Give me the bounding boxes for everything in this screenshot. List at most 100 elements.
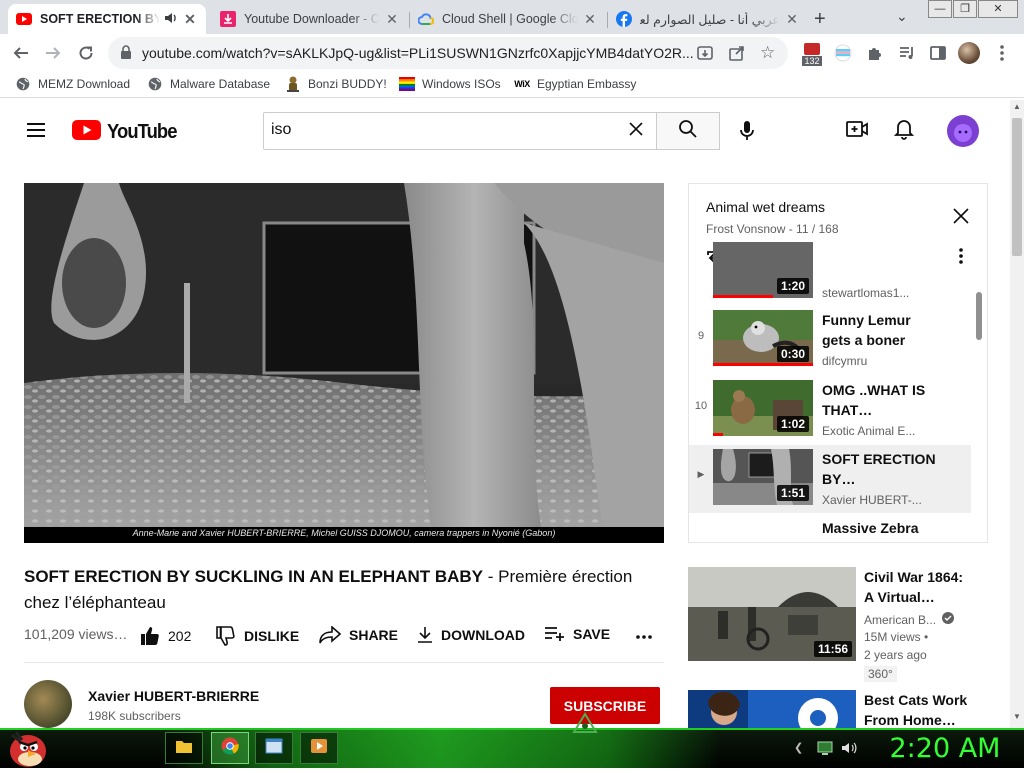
- recommended-title: Civil War 1864: A Virtual…: [864, 569, 964, 605]
- chrome-menu-icon[interactable]: [991, 42, 1013, 64]
- playlist-item[interactable]: 10 1:02 OMG ..WHAT IS THAT… Exotic Anima…: [689, 376, 987, 444]
- subscribe-button[interactable]: SUBSCRIBE: [550, 687, 660, 724]
- playlist-item-index: 10: [694, 400, 708, 412]
- volume-icon[interactable]: [841, 741, 857, 760]
- notifications-bell-icon[interactable]: [893, 118, 915, 145]
- maximize-button[interactable]: ❐: [953, 0, 977, 18]
- video-title: SOFT ERECTION BY SUCKLING IN AN ELEPHANT…: [24, 564, 664, 616]
- watch-progress: [713, 433, 723, 436]
- back-button[interactable]: [10, 42, 32, 64]
- close-tab-icon[interactable]: ✕: [582, 11, 598, 28]
- save-label: SAVE: [573, 626, 611, 642]
- tab-cloud-shell[interactable]: Cloud Shell | Google Cloud ✕: [410, 4, 606, 34]
- recommended-video[interactable]: 11:56 Civil War 1864: A Virtual… America…: [688, 567, 1008, 682]
- tab-title: عربي أنا - صليل الصوارم لعبة: [640, 12, 780, 27]
- chrome-taskbar-button[interactable]: [211, 732, 249, 764]
- more-actions-button[interactable]: [636, 626, 652, 642]
- search-input[interactable]: iso: [271, 121, 291, 139]
- download-label: DOWNLOAD: [441, 627, 525, 643]
- playlist-scrollbar-thumb[interactable]: [976, 292, 982, 340]
- share-arrow-icon: [319, 626, 341, 644]
- bookmark-bonzi-buddy[interactable]: Bonzi BUDDY!: [285, 76, 387, 92]
- save-button[interactable]: SAVE: [545, 626, 610, 642]
- create-video-icon[interactable]: [846, 120, 868, 143]
- playlist-thumbnail: 0:30: [713, 310, 813, 366]
- close-window-button[interactable]: ✕: [978, 0, 1018, 18]
- recommended-age: 2 years ago: [864, 648, 927, 662]
- window-taskbar-button[interactable]: [255, 732, 293, 764]
- search-button[interactable]: [656, 112, 720, 150]
- bookmark-label: Windows ISOs: [422, 77, 501, 91]
- scrollbar-thumb[interactable]: [1012, 118, 1022, 256]
- extension-counter-button[interactable]: 132: [800, 39, 824, 69]
- tab-facebook[interactable]: عربي أنا - صليل الصوارم لعبة ✕: [608, 4, 808, 34]
- close-tab-icon[interactable]: ✕: [182, 11, 198, 28]
- lock-icon[interactable]: [120, 45, 132, 65]
- tab-search-chevron-icon[interactable]: ⌄: [896, 8, 908, 25]
- install-app-icon[interactable]: [696, 44, 714, 67]
- angry-bird-start-icon[interactable]: [6, 729, 50, 773]
- bookmark-egyptian-embassy[interactable]: WiX Egyptian Embassy: [514, 76, 636, 92]
- hamburger-menu-icon[interactable]: [26, 122, 46, 143]
- taskbar-clock[interactable]: 2:20 AM: [870, 732, 1020, 766]
- tab-youtube-video[interactable]: SOFT ERECTION BY SUCKLING IN AN ELEPHANT…: [8, 4, 206, 34]
- microphone-icon[interactable]: [738, 120, 756, 147]
- bonzi-icon: [285, 76, 301, 92]
- dislike-label: DISLIKE: [244, 628, 300, 644]
- tab-youtube-downloader[interactable]: Youtube Downloader - Convert ✕: [212, 4, 408, 34]
- recommended-thumbnail: [688, 690, 856, 728]
- url-text: youtube.com/watch?v=sAKLKJpQ-ug&list=PLi…: [142, 45, 694, 61]
- bookmark-memz[interactable]: MEMZ Download: [15, 76, 130, 92]
- like-button[interactable]: 202: [140, 626, 191, 646]
- dislike-button[interactable]: DISLIKE: [216, 626, 299, 646]
- playlist-item[interactable]: 9 0:30 Funny Lemur gets a boner difcymru: [689, 306, 987, 374]
- share-page-icon[interactable]: [728, 44, 746, 67]
- recommended-video[interactable]: Best Cats Work From Home…: [688, 690, 1008, 728]
- view-count[interactable]: 101,209 views…: [24, 626, 128, 642]
- now-playing-icon: ▶: [697, 469, 705, 479]
- bookmark-malware-database[interactable]: Malware Database: [147, 76, 270, 92]
- scroll-up-arrow-icon[interactable]: ▲: [1013, 102, 1021, 111]
- download-button[interactable]: DOWNLOAD: [417, 626, 525, 644]
- playlist-item-channel: stewartlomas1...: [822, 286, 910, 300]
- bookmark-star-icon[interactable]: ☆: [760, 43, 775, 63]
- profile-avatar[interactable]: [958, 42, 980, 64]
- close-tab-icon[interactable]: ✕: [384, 11, 400, 28]
- playlist-thumbnail: 1:51: [713, 449, 813, 505]
- account-avatar[interactable]: [947, 115, 979, 152]
- playlist-item[interactable]: 1:20 stewartlomas1...: [689, 238, 987, 306]
- forward-button[interactable]: [42, 42, 64, 64]
- address-bar[interactable]: youtube.com/watch?v=sAKLKJpQ-ug&list=PLi…: [108, 37, 788, 69]
- tray-expand-icon[interactable]: ❮: [794, 741, 803, 754]
- playlist-panel: Animal wet dreams Frost Vonsnow - 11 / 1…: [688, 183, 988, 543]
- reload-button[interactable]: [75, 42, 97, 64]
- media-taskbar-button[interactable]: [300, 732, 338, 764]
- playlist-title[interactable]: Animal wet dreams: [706, 199, 825, 215]
- bookmark-windows-isos[interactable]: Windows ISOs: [399, 76, 501, 92]
- close-tab-icon[interactable]: ✕: [784, 11, 800, 28]
- playlist-item-current[interactable]: ▶ 1:51 SOFT ERECTION BY… Xavier HUBERT-.…: [689, 445, 971, 513]
- scroll-down-arrow-icon[interactable]: ▼: [1013, 712, 1021, 721]
- close-playlist-icon[interactable]: [953, 208, 969, 229]
- channel-name[interactable]: Xavier HUBERT-BRIERRE: [88, 688, 259, 704]
- speaker-icon[interactable]: [164, 12, 178, 27]
- channel-avatar[interactable]: [24, 680, 72, 728]
- side-panel-icon[interactable]: [927, 42, 949, 64]
- search-box[interactable]: iso: [263, 112, 657, 150]
- network-icon[interactable]: [817, 740, 833, 761]
- youtube-logo[interactable]: YouTube: [72, 120, 180, 145]
- file-explorer-taskbar-button[interactable]: [165, 732, 203, 764]
- app-window-icon: [265, 738, 283, 759]
- media-controls-icon[interactable]: [896, 42, 918, 64]
- clear-search-icon[interactable]: [628, 121, 644, 142]
- playlist-subtitle[interactable]: Frost Vonsnow - 11 / 168: [706, 222, 839, 236]
- minimize-button[interactable]: —: [928, 0, 952, 18]
- pride-extension-icon[interactable]: [832, 42, 854, 64]
- page-scrollbar[interactable]: ▲ ▼: [1010, 100, 1024, 728]
- share-button[interactable]: SHARE: [319, 626, 398, 644]
- playlist-item-channel: Exotic Animal E...: [822, 424, 916, 438]
- video-player[interactable]: Anne-Marie and Xavier HUBERT-BRIERRE, Mi…: [24, 183, 664, 543]
- new-tab-button[interactable]: +: [814, 4, 840, 34]
- extensions-puzzle-icon[interactable]: [864, 42, 886, 64]
- playlist-item[interactable]: Massive Zebra: [689, 514, 987, 542]
